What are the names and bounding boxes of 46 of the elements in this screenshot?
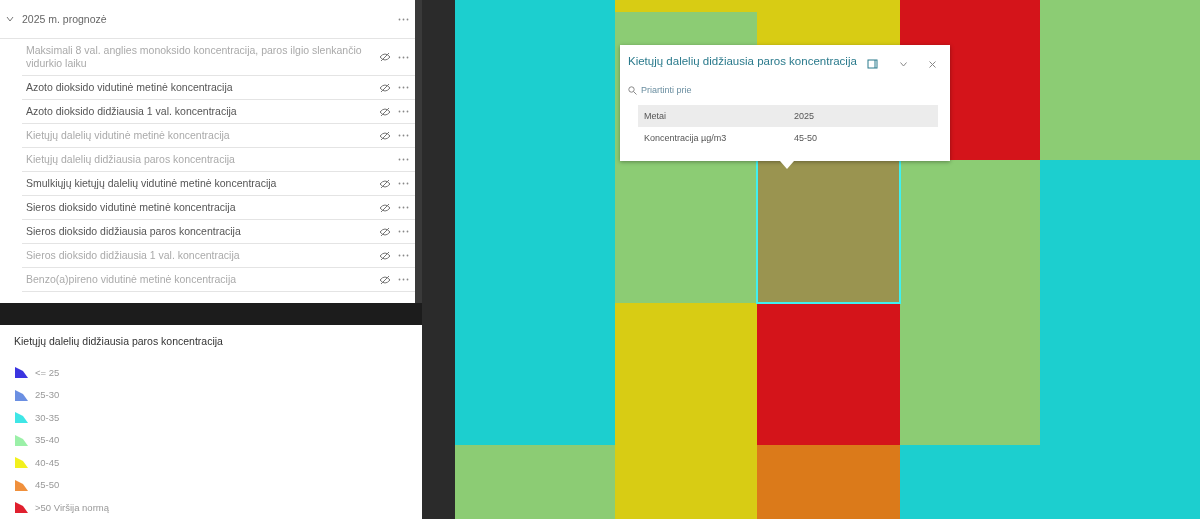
eye-off-icon[interactable] bbox=[379, 274, 391, 285]
legend-label: 45-50 bbox=[35, 479, 60, 491]
more-options-icon[interactable] bbox=[398, 158, 409, 161]
field-value: 45-50 bbox=[788, 127, 938, 149]
legend-label: >50 Viršija normą bbox=[35, 501, 109, 513]
more-options-icon[interactable] bbox=[398, 230, 409, 233]
field-label: Metai bbox=[638, 105, 788, 127]
more-options-icon[interactable] bbox=[398, 134, 409, 137]
eye-off-icon[interactable] bbox=[379, 52, 391, 62]
legend-label: 30-35 bbox=[35, 411, 60, 423]
layer-name[interactable]: Azoto dioksido didžiausia 1 val. koncentracija bbox=[26, 105, 372, 118]
eye-off-icon[interactable] bbox=[379, 250, 391, 261]
more-options-icon[interactable] bbox=[398, 110, 409, 113]
field-label: Koncentracija µg/m3 bbox=[638, 127, 788, 149]
zoom-icon bbox=[628, 85, 637, 95]
popup-title: Kietųjų dalelių didžiausia paros koncentracija bbox=[628, 55, 857, 68]
eye-off-icon[interactable] bbox=[379, 202, 391, 213]
legend-title: Kietųjų dalelių didžiausia paros koncentracija bbox=[14, 335, 224, 347]
more-options-icon[interactable] bbox=[398, 86, 409, 89]
legend-label: 35-40 bbox=[35, 434, 60, 446]
legend-label: 40-45 bbox=[35, 456, 60, 468]
eye-off-icon[interactable] bbox=[379, 82, 391, 93]
eye-off-icon[interactable] bbox=[379, 130, 391, 141]
layer-name[interactable]: Azoto dioksido vidutinė metinė koncentracija bbox=[26, 81, 372, 94]
dock-icon[interactable] bbox=[867, 59, 878, 69]
field-value: 2025 bbox=[788, 105, 938, 127]
eye-off-icon[interactable] bbox=[379, 106, 391, 117]
legend-label: 25-30 bbox=[35, 389, 60, 401]
eye-off-icon[interactable] bbox=[379, 178, 391, 189]
more-options-icon[interactable] bbox=[398, 55, 409, 59]
legend-label: <= 25 bbox=[35, 366, 60, 378]
map-drawing[interactable] bbox=[455, 0, 1200, 519]
more-options-icon[interactable] bbox=[398, 254, 409, 257]
layer-group-title[interactable]: 2025 m. prognozė bbox=[22, 13, 390, 25]
zoom-to-link[interactable]: Priartinti prie bbox=[641, 85, 692, 95]
close-icon[interactable] bbox=[929, 60, 936, 68]
caret-icon[interactable] bbox=[6, 15, 14, 23]
more-options-icon[interactable] bbox=[398, 206, 409, 209]
more-options-icon[interactable] bbox=[398, 182, 409, 185]
eye-off-icon[interactable] bbox=[379, 226, 391, 237]
layer-name[interactable]: Smulkiųjų kietųjų dalelių vidutinė metinė koncentracija bbox=[26, 177, 372, 190]
more-options-icon[interactable] bbox=[398, 17, 409, 21]
more-options-icon[interactable] bbox=[398, 278, 409, 281]
layer-name[interactable]: Sieros dioksido vidutinė metinė koncentracija bbox=[26, 201, 372, 214]
layer-name[interactable]: Sieros dioksido didžiausia paros koncentracija bbox=[26, 225, 372, 238]
collapse-icon[interactable] bbox=[900, 61, 907, 67]
